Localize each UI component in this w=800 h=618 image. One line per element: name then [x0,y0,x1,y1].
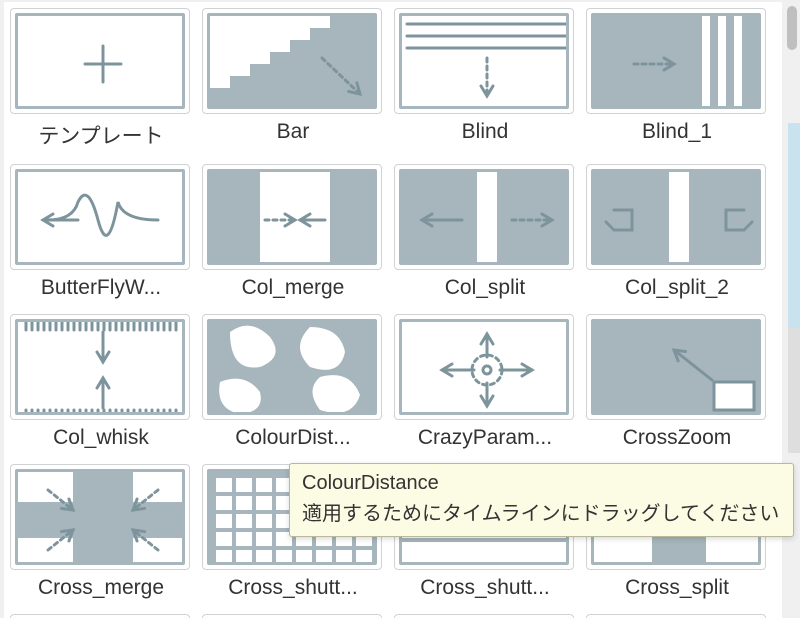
transition-item [394,614,576,618]
transition-item: Cross_merge [10,464,192,610]
colsplit2-icon [591,169,761,265]
transition-label: Cross_shutt... [202,570,384,610]
blind-icon [399,13,569,109]
background-strip [788,123,800,453]
transition-label: Blind [394,114,576,154]
transition-thumb[interactable] [586,8,766,114]
transition-thumb[interactable] [394,164,574,270]
transition-item: ColourDist... [202,314,384,460]
transition-label: Cross_split [586,570,768,610]
transition-item: Blind [394,8,576,160]
transition-label: Col_merge [202,270,384,310]
transition-label: Blind_1 [586,114,768,154]
tooltip-body: 適用するためにタイムラインにドラッグしてください [302,497,781,526]
transition-thumb[interactable] [202,164,382,270]
transition-label: Cross_shutt... [394,570,576,610]
transition-thumb[interactable] [586,164,766,270]
scrollbar-thumb[interactable] [787,6,797,50]
transition-thumb[interactable] [394,614,574,618]
transition-thumb[interactable] [394,314,574,420]
transition-item [586,614,768,618]
transition-thumb[interactable] [10,614,190,618]
crazyparam-icon [399,319,569,415]
transition-label: Cross_merge [10,570,192,610]
colsplit-icon [399,169,569,265]
tooltip: ColourDistance 適用するためにタイムラインにドラッグしてください [289,463,794,537]
colwhisk-icon [15,319,185,415]
transition-item [202,614,384,618]
colmerge-icon [207,169,377,265]
colourdist-icon [207,319,377,415]
transition-item: Col_whisk [10,314,192,460]
transition-thumb[interactable] [202,314,382,420]
transition-item: CrossZoom [586,314,768,460]
transition-item: ButterFlyW... [10,164,192,310]
transition-label: Col_split [394,270,576,310]
transition-thumb[interactable] [394,8,574,114]
transition-label: Col_split_2 [586,270,768,310]
transition-label: CrossZoom [586,420,768,460]
transition-thumb[interactable] [10,8,190,114]
transition-label: ColourDist... [202,420,384,460]
transition-label: CrazyParam... [394,420,576,460]
transition-thumb[interactable] [586,314,766,420]
plus-icon [15,13,185,109]
transition-item: Col_split_2 [586,164,768,310]
transition-label: テンプレート [10,114,192,160]
transition-item: Blind_1 [586,8,768,160]
crosszoom-icon [591,319,761,415]
tooltip-title: ColourDistance [302,472,781,495]
transition-item: CrazyParam... [394,314,576,460]
transition-thumb[interactable] [202,8,382,114]
crossmerge-icon [15,469,185,565]
transition-item: Bar [202,8,384,160]
butterfly-icon [15,169,185,265]
blind1-icon [591,13,761,109]
transition-label: ButterFlyW... [10,270,192,310]
transition-label: Bar [202,114,384,154]
transition-thumb[interactable] [10,464,190,570]
transition-label: Col_whisk [10,420,192,460]
transition-item: Col_merge [202,164,384,310]
transition-item: テンプレート [10,8,192,160]
transition-thumb[interactable] [586,614,766,618]
transition-thumb[interactable] [202,614,382,618]
transition-thumb[interactable] [10,164,190,270]
transition-item [10,614,192,618]
transition-item: Col_split [394,164,576,310]
bar-icon [207,13,377,109]
transition-thumb[interactable] [10,314,190,420]
